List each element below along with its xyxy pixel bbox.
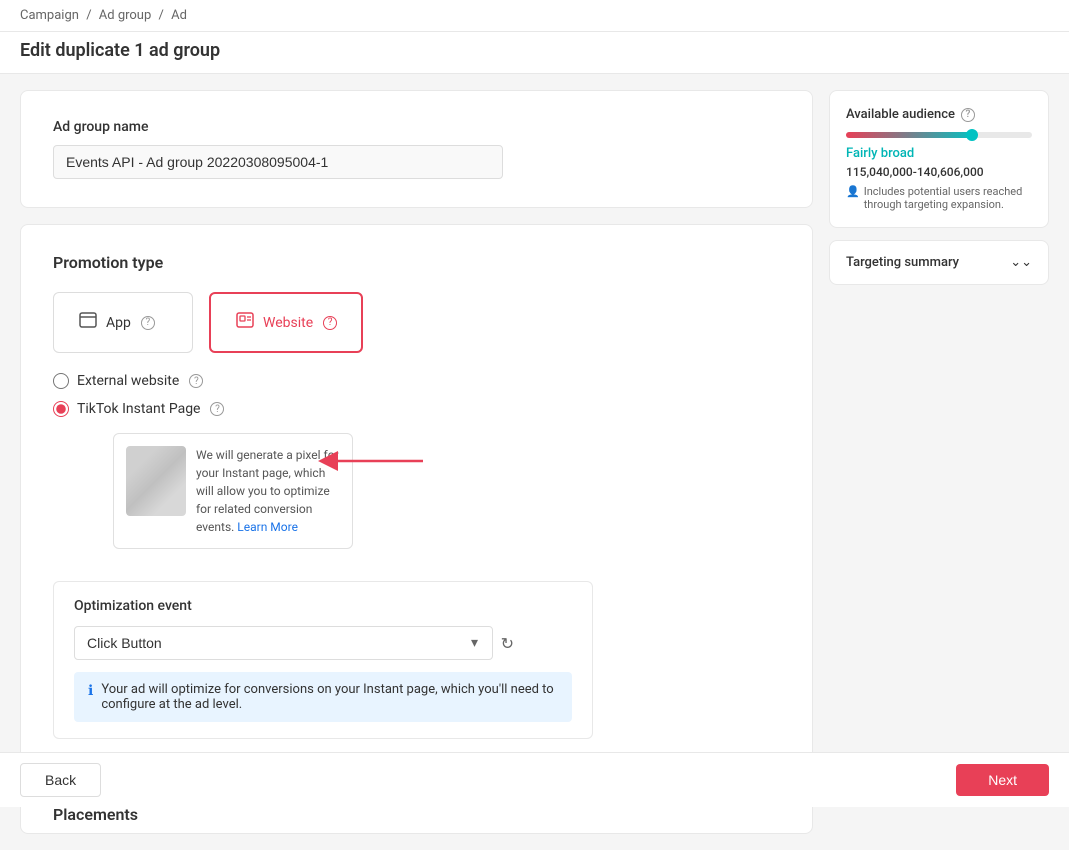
tiktok-instant-page-radio[interactable] bbox=[53, 401, 69, 417]
instant-page-preview-image bbox=[126, 446, 186, 516]
learn-more-link[interactable]: Learn More bbox=[237, 520, 298, 534]
audience-note: 👤 Includes potential users reached throu… bbox=[846, 185, 1032, 211]
back-button[interactable]: Back bbox=[20, 763, 101, 797]
right-sidebar: Available audience ? Fairly broad 115,04… bbox=[829, 90, 1049, 285]
available-audience-card: Available audience ? Fairly broad 115,04… bbox=[829, 90, 1049, 228]
promo-website-option[interactable]: Website ? bbox=[209, 292, 363, 353]
audience-bar-fill bbox=[846, 132, 976, 138]
external-website-radio[interactable] bbox=[53, 373, 69, 389]
ad-group-name-card: Ad group name bbox=[20, 90, 813, 208]
website-icon bbox=[235, 310, 255, 335]
targeting-summary-expand-icon[interactable]: ⌄⌄ bbox=[1010, 255, 1032, 270]
promotion-options: App ? Website ? bbox=[53, 292, 780, 353]
next-button[interactable]: Next bbox=[956, 764, 1049, 796]
external-website-label: External website bbox=[77, 373, 179, 389]
external-website-help-icon[interactable]: ? bbox=[189, 374, 203, 388]
website-label: Website bbox=[263, 315, 313, 331]
breadcrumb-ad: Ad bbox=[171, 8, 187, 23]
audience-status: Fairly broad bbox=[846, 146, 1032, 161]
ad-group-name-input[interactable] bbox=[53, 145, 503, 179]
red-arrow-indicator bbox=[313, 449, 433, 473]
breadcrumb-campaign: Campaign bbox=[20, 8, 79, 23]
breadcrumb: Campaign / Ad group / Ad bbox=[0, 0, 1069, 32]
breadcrumb-separator-2: / bbox=[159, 8, 168, 23]
breadcrumb-separator-1: / bbox=[86, 8, 95, 23]
optimization-event-select-wrapper: Click Button ▾ ↻ bbox=[74, 626, 514, 660]
user-icon: 👤 bbox=[846, 185, 860, 198]
promotion-type-card: Promotion type App ? bbox=[20, 224, 813, 768]
page-title: Edit duplicate 1 ad group bbox=[0, 32, 1069, 74]
available-audience-title: Available audience ? bbox=[846, 107, 1032, 122]
optimization-event-section: Optimization event Click Button ▾ ↻ ℹ Yo… bbox=[53, 581, 593, 739]
bottom-bar: Back Next bbox=[0, 752, 1069, 807]
app-icon bbox=[78, 310, 98, 335]
placements-title: Placements bbox=[53, 805, 780, 824]
optimization-info-banner: ℹ Your ad will optimize for conversions … bbox=[74, 672, 572, 722]
tiktok-instant-page-help-icon[interactable]: ? bbox=[210, 402, 224, 416]
audience-bar-dot bbox=[966, 129, 978, 141]
info-circle-icon: ℹ bbox=[88, 683, 93, 699]
breadcrumb-ad-group: Ad group bbox=[99, 8, 152, 23]
refresh-icon[interactable]: ↻ bbox=[501, 634, 514, 653]
audience-bar bbox=[846, 132, 1032, 138]
promo-app-option[interactable]: App ? bbox=[53, 292, 193, 353]
optimization-info-text: Your ad will optimize for conversions on… bbox=[101, 682, 558, 712]
tiktok-instant-page-label: TikTok Instant Page bbox=[77, 401, 200, 417]
ad-group-name-label: Ad group name bbox=[53, 119, 780, 135]
optimization-event-select[interactable]: Click Button bbox=[74, 626, 493, 660]
audience-help-icon[interactable]: ? bbox=[961, 108, 975, 122]
website-help-icon[interactable]: ? bbox=[323, 316, 337, 330]
app-label: App bbox=[106, 315, 131, 331]
optimization-event-label: Optimization event bbox=[74, 598, 572, 614]
website-sub-options: External website ? TikTok Instant Page ? bbox=[53, 373, 780, 417]
tiktok-instant-page-option[interactable]: TikTok Instant Page ? bbox=[53, 401, 780, 417]
app-help-icon[interactable]: ? bbox=[141, 316, 155, 330]
targeting-summary-header: Targeting summary ⌄⌄ bbox=[846, 255, 1032, 270]
targeting-summary-title: Targeting summary bbox=[846, 255, 959, 270]
promotion-type-title: Promotion type bbox=[53, 253, 780, 272]
targeting-summary-card: Targeting summary ⌄⌄ bbox=[829, 240, 1049, 285]
audience-range: 115,040,000-140,606,000 bbox=[846, 165, 1032, 179]
external-website-option[interactable]: External website ? bbox=[53, 373, 780, 389]
